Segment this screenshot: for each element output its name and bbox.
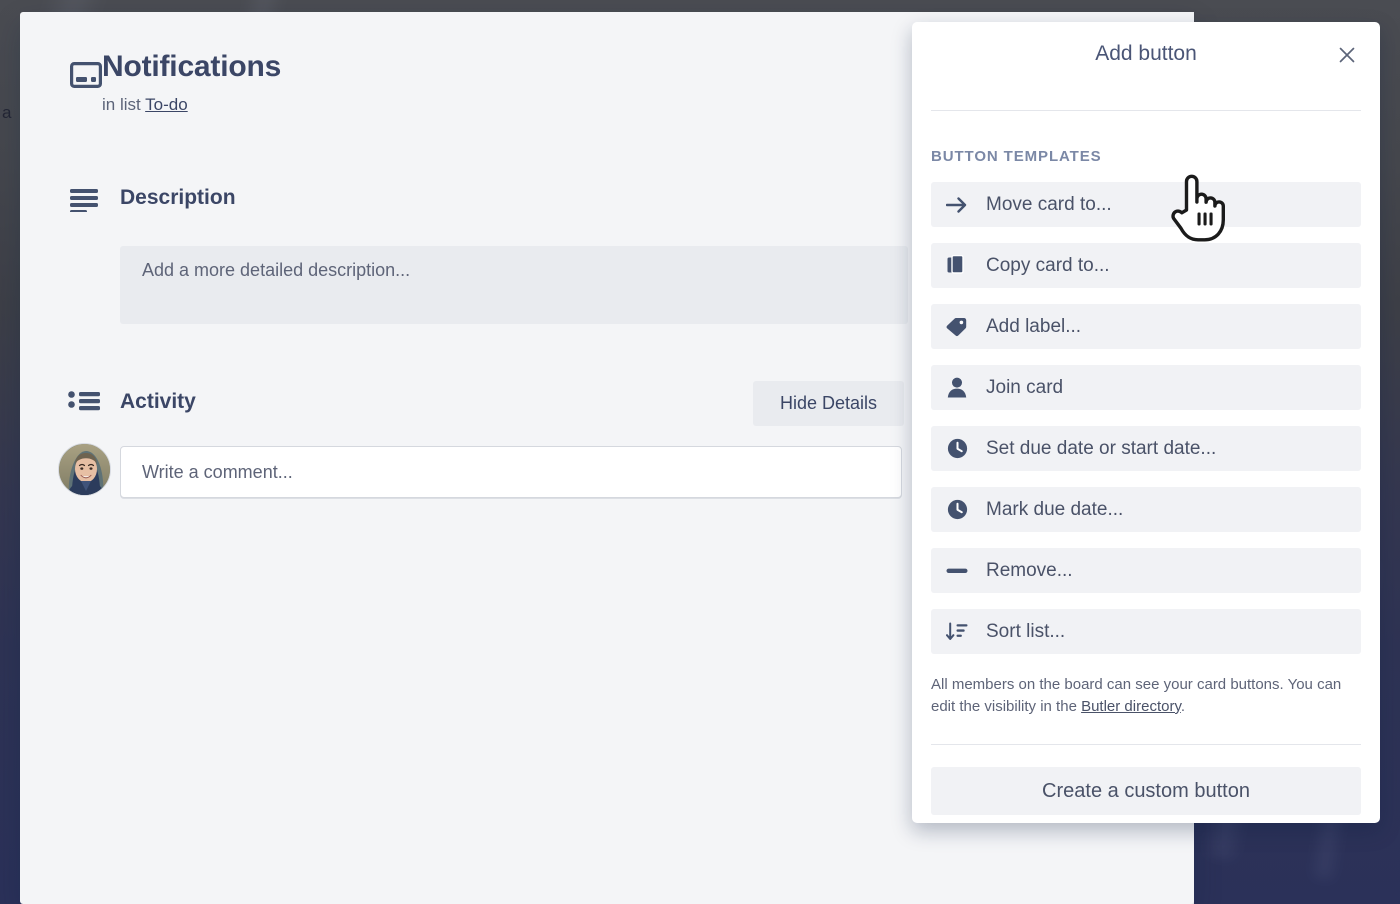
add-button-popover: Add button BUTTON TEMPLATES Move card to… [912,22,1380,823]
minus-icon [944,567,970,575]
comment-input[interactable]: Write a comment... [120,446,902,498]
popover-divider [931,110,1361,111]
close-icon[interactable] [1330,38,1364,72]
comment-placeholder: Write a comment... [142,462,293,483]
visibility-note-part2: . [1181,698,1185,715]
card-title-block: Notifications in list To-do [102,50,281,115]
person-icon [944,377,970,398]
card-subtitle: in list To-do [102,95,281,115]
template-label: Copy card to... [986,255,1110,277]
template-label: Sort list... [986,621,1065,643]
butler-directory-link[interactable]: Butler directory [1081,698,1181,715]
template-label: Set due date or start date... [986,438,1216,460]
template-join-card[interactable]: Join card [931,365,1361,410]
visibility-note: All members on the board can see your ca… [931,674,1361,718]
activity-list-icon [68,390,102,421]
card-subtitle-prefix: in list [102,95,141,114]
template-move-card-to[interactable]: Move card to... [931,182,1361,227]
description-lines-icon [70,188,100,217]
avatar[interactable] [58,443,111,496]
label-tag-icon [944,317,970,337]
template-label: Move card to... [986,194,1112,216]
template-copy-card-to[interactable]: Copy card to... [931,243,1361,288]
copy-icon [944,255,970,276]
template-remove[interactable]: Remove... [931,548,1361,593]
template-label: Add label... [986,316,1081,338]
template-set-due-date[interactable]: Set due date or start date... [931,426,1361,471]
background-clipped-text: a [2,103,12,123]
template-label: Join card [986,377,1063,399]
popover-header: Add button [912,22,1380,88]
hide-details-button[interactable]: Hide Details [753,381,904,426]
template-label: Remove... [986,560,1073,582]
sort-descending-icon [944,622,970,642]
template-sort-list[interactable]: Sort list... [931,609,1361,654]
clock-icon [944,499,970,520]
clock-icon [944,438,970,459]
description-placeholder: Add a more detailed description... [142,260,410,281]
button-templates-list: Move card to... Copy card to... Add labe… [931,182,1361,670]
description-heading: Description [120,186,236,210]
activity-heading: Activity [120,390,196,414]
list-name-link[interactable]: To-do [145,95,188,114]
template-add-label[interactable]: Add label... [931,304,1361,349]
template-mark-due-date[interactable]: Mark due date... [931,487,1361,532]
create-custom-button[interactable]: Create a custom button [931,767,1361,815]
footer-divider [931,744,1361,745]
popover-title: Add button [912,42,1380,66]
arrow-right-icon [944,196,970,214]
page-title: Notifications [102,50,281,83]
card-template-icon [70,62,102,93]
template-label: Mark due date... [986,499,1123,521]
button-templates-heading: BUTTON TEMPLATES [931,148,1102,165]
description-input[interactable]: Add a more detailed description... [120,246,908,324]
